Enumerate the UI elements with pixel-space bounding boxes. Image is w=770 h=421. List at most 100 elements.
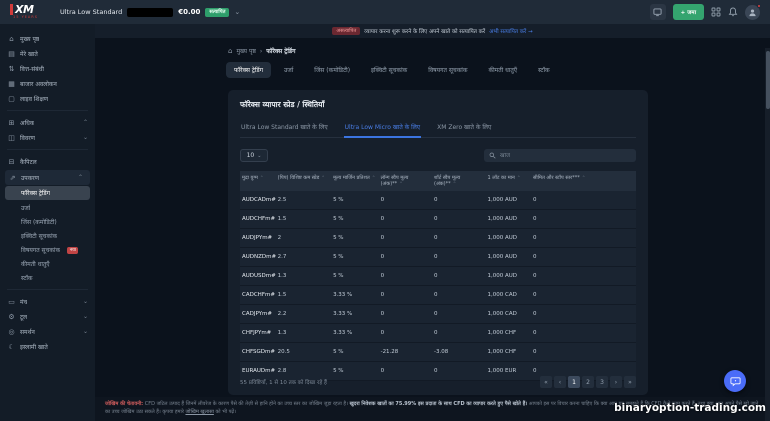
sidebar-item-funding[interactable]: ⇅वित्त-संबंधी [0, 61, 95, 76]
account-tab-2[interactable]: XM Zero खाते के लिए [436, 119, 492, 137]
account-balance: €0.00 [178, 8, 200, 16]
sidebar-item-commodities[interactable]: जिंस (कमोडिटी) [0, 215, 95, 229]
home-icon[interactable]: ⌂ [228, 47, 232, 55]
column-label: (पिप) विशिष्ट कम स्प्रेड [278, 175, 320, 181]
sidebar-item-details[interactable]: ◫विवरण⌄ [0, 130, 95, 145]
sidebar-item-forex-trading[interactable]: फॉरेक्स ट्रेडिंग [5, 186, 90, 200]
verify-now-link[interactable]: अभी सत्यापित करें → [489, 27, 532, 35]
platforms-button[interactable] [650, 4, 666, 20]
table-body: AUDCADm#2.55 %001,000 AUD0AUDCHFm#1.55 %… [240, 191, 636, 381]
screen-icon: ▢ [7, 95, 16, 103]
table-cell: 1,000 AUD [485, 248, 531, 267]
table-cell: 0 [531, 267, 636, 286]
tab-2[interactable]: जिंस (कमोडिटी) [306, 62, 358, 78]
next-page-button[interactable]: › [610, 376, 622, 388]
sidebar-item-live-education[interactable]: ▢ लाइव शिक्षण [0, 91, 95, 106]
tab-5[interactable]: कीमती धातुएँ [480, 62, 525, 78]
search-icon [489, 152, 496, 159]
sidebar-item-capital[interactable]: ⊟कैपिटल [0, 154, 95, 169]
account-tab-1[interactable]: Ultra Low Micro खाते के लिए [344, 119, 422, 138]
page-button-2[interactable]: 2 [582, 376, 594, 388]
notification-dot [757, 4, 761, 8]
divider [7, 110, 88, 111]
tab-3[interactable]: इक्विटी सूचकांक [363, 62, 415, 78]
prev-page-button[interactable]: ‹ [554, 376, 566, 388]
sidebar-item-stocks[interactable]: स्टॉक [0, 271, 95, 285]
bell-icon[interactable] [728, 7, 738, 17]
table-row: AUDCHFm#1.55 %001,000 AUD0 [240, 210, 636, 229]
page-button-3[interactable]: 3 [596, 376, 608, 388]
first-page-button[interactable]: « [540, 376, 552, 388]
deposit-button[interactable]: + जमा [673, 4, 704, 20]
sidebar-item-more[interactable]: ⊞अधिक⌃ [0, 115, 95, 130]
apps-grid-icon[interactable] [711, 7, 721, 17]
sidebar-item-label: लाइव शिक्षण [20, 95, 48, 103]
table-cell: 3.33 % [331, 305, 379, 324]
sidebar-item-tools[interactable]: ⚙टूल⌄ [0, 309, 95, 324]
account-switcher[interactable]: Ultra Low Standard €0.00 सत्यापित ⌄ [60, 8, 240, 17]
platform-icon [653, 8, 662, 17]
column-header[interactable]: शॉर्ट स्वैप मूल्य (अंक)**⌃ [432, 171, 485, 191]
column-header[interactable]: 1 लॉट का मान⌃ [485, 171, 531, 191]
table-row: CHFJPYm#1.33.33 %001,000 CHF0 [240, 324, 636, 343]
table-controls: 10 ⌄ [240, 149, 636, 162]
table-cell: AUDJPYm# [240, 229, 276, 248]
table-cell: 3.33 % [331, 286, 379, 305]
column-header[interactable]: (पिप) विशिष्ट कम स्प्रेड⌃ [276, 171, 331, 191]
table-cell: 5 % [331, 191, 379, 210]
sidebar-item-label: मंच [20, 298, 27, 306]
table-cell: 20.5 [276, 343, 331, 362]
scrollbar-track[interactable] [765, 48, 770, 421]
risk-disclosure-link[interactable]: जोखिम खुलासा [185, 409, 213, 415]
sidebar-item-platforms[interactable]: ▭मंच⌄ [0, 294, 95, 309]
page-button-1[interactable]: 1 [568, 376, 580, 388]
sidebar-item-support[interactable]: ◎समर्थन⌄ [0, 324, 95, 339]
sort-icon: ⌃ [399, 182, 403, 187]
breadcrumb-home[interactable]: मुख्य पृष्ठ [236, 47, 255, 55]
scrollbar-thumb[interactable] [766, 51, 770, 109]
table-cell: -21.28 [379, 343, 432, 362]
sidebar-item-label: टूल [20, 313, 27, 321]
chevron-down-icon[interactable]: ⌄ [234, 8, 240, 16]
top-bar: XM 15 YEARS Ultra Low Standard €0.00 सत्… [0, 0, 770, 24]
sidebar-item-thematic-indices[interactable]: विषयगत सूचकांकनया [0, 243, 95, 257]
table-footer: 55 प्रविष्टियाँ, 1 से 10 तक को दिखा रहे … [240, 376, 636, 388]
search-box[interactable] [484, 149, 636, 162]
pagination-pages: 123 [568, 376, 608, 388]
column-header[interactable]: मुद्रा युग्म⌃ [240, 171, 276, 191]
sidebar-item-my-accounts[interactable]: ▤मेरे खाते [0, 46, 95, 61]
user-avatar[interactable] [745, 5, 760, 20]
table-cell: 1.5 [276, 286, 331, 305]
table-cell: 1,000 AUD [485, 267, 531, 286]
tab-1[interactable]: उर्जा [276, 62, 301, 78]
page-size-select[interactable]: 10 ⌄ [240, 149, 268, 162]
sidebar-item-label: विवरण [20, 134, 35, 142]
sidebar-item-label: विषयगत सूचकांक [21, 246, 60, 254]
table-cell: 0 [432, 286, 485, 305]
sort-icon: ⌃ [453, 182, 457, 187]
last-page-button[interactable]: » [624, 376, 636, 388]
sidebar: ⌂मुख्य पृष्ठ▤मेरे खाते⇅वित्त-संबंधी▦बाजा… [0, 24, 95, 421]
tab-0[interactable]: फॉरेक्स ट्रेडिंग [226, 62, 271, 78]
tab-6[interactable]: स्टॉक [530, 62, 558, 78]
xm-logo[interactable]: XM 15 YEARS [10, 4, 38, 20]
table-cell: 0 [531, 324, 636, 343]
live-chat-button[interactable] [724, 370, 746, 392]
account-tab-0[interactable]: Ultra Low Standard खाते के लिए [240, 119, 329, 137]
column-header[interactable]: लॉन्ग स्वैप मूल्य (अंक)**⌃ [379, 171, 432, 191]
instruments-icon: ⇗ [8, 174, 17, 182]
column-header[interactable]: सीमित और स्टॉप स्तर***⌃ [531, 171, 636, 191]
sidebar-item-home[interactable]: ⌂मुख्य पृष्ठ [0, 31, 95, 46]
search-input[interactable] [500, 153, 631, 159]
sidebar-item-instruments[interactable]: ⇗उपकरण⌃ [5, 170, 90, 185]
sidebar-item-precious-metals[interactable]: कीमती धातुएँ [0, 257, 95, 271]
table-cell: 1,000 CAD [485, 286, 531, 305]
sidebar-item-label: जिंस (कमोडिटी) [21, 218, 57, 226]
tab-4[interactable]: विषयगत सूचकांक [420, 62, 475, 78]
sidebar-item-market-overview[interactable]: ▦बाजार अवलोकन [0, 76, 95, 91]
column-header[interactable]: मूल्य मार्जिन प्रतिशत⌃ [331, 171, 379, 191]
sidebar-item-islamic-accounts[interactable]: ☾इस्लामी खाते [0, 339, 95, 354]
chevron-down-icon: ⌄ [83, 328, 88, 335]
sidebar-item-energies[interactable]: उर्जा [0, 201, 95, 215]
sidebar-item-equity-indices[interactable]: इक्विटी सूचकांक [0, 229, 95, 243]
